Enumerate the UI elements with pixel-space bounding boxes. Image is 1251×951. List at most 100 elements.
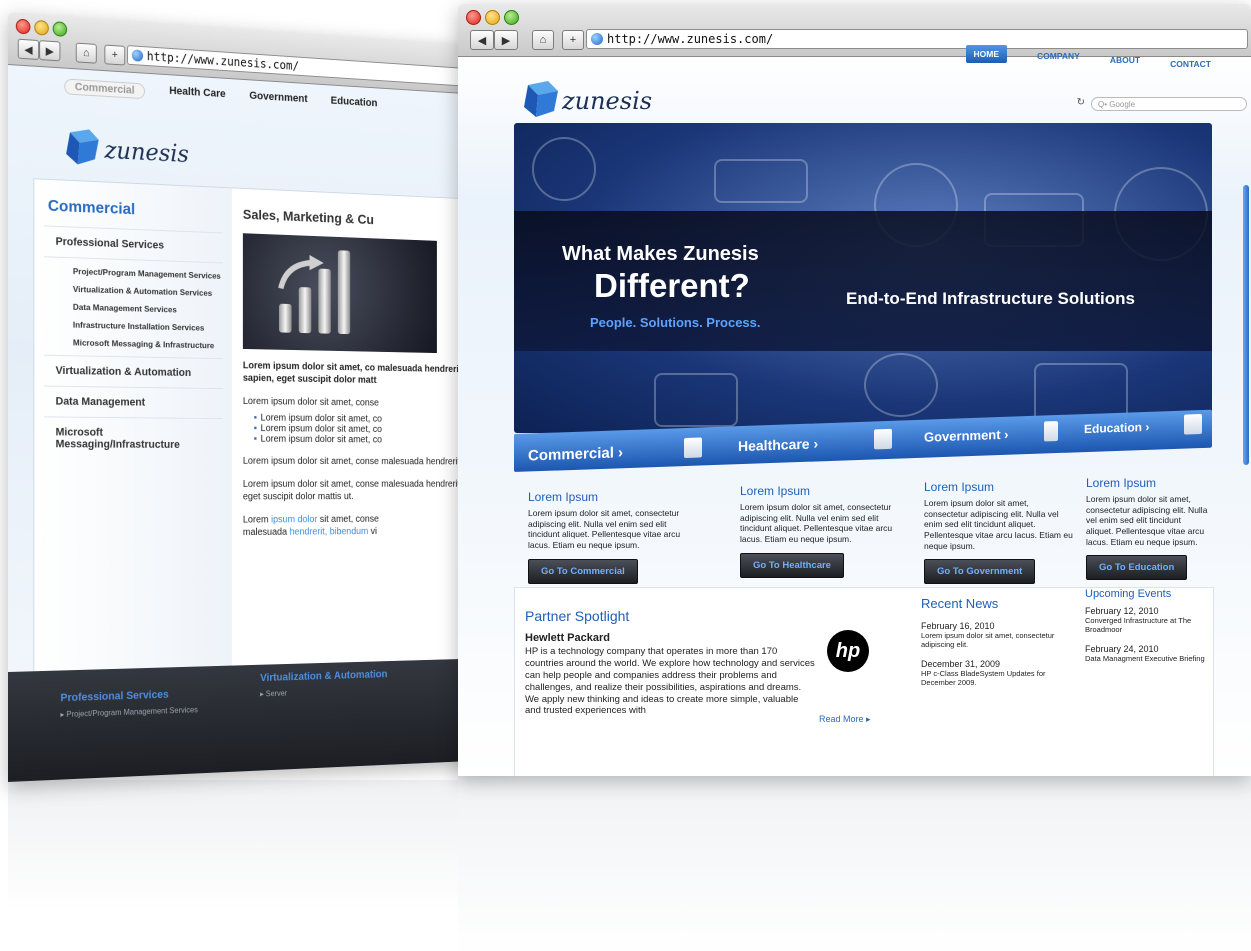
window-reflection <box>8 780 458 910</box>
recent-news: Recent News February 16, 2010 Lorem ipsu… <box>921 596 1071 687</box>
news-date: December 31, 2009 <box>921 659 1001 669</box>
book-icon <box>1044 421 1058 442</box>
column-title: Lorem Ipsum <box>1086 476 1157 490</box>
add-bookmark-button[interactable]: + <box>562 30 584 50</box>
zoom-window-icon[interactable] <box>52 21 68 38</box>
sector-section: Commercial › Healthcare › Government › E… <box>514 409 1212 585</box>
browser-window-left: ◀ ▶ ⌂ + http://www.zunesis.com/ Commerci… <box>8 12 514 782</box>
go-to-government-button[interactable]: Go To Government <box>924 559 1036 585</box>
event-date: February 12, 2010 <box>1085 606 1159 616</box>
news-text[interactable]: HP c-Class BladeSystem Updates for Decem… <box>921 669 1071 687</box>
close-window-icon[interactable] <box>15 18 31 35</box>
sector-column: Lorem Ipsum Lorem ipsum dolor sit amet, … <box>740 484 900 578</box>
add-bookmark-button[interactable]: + <box>104 44 126 66</box>
event-date: February 24, 2010 <box>1085 644 1159 654</box>
tab-healthcare[interactable]: Healthcare › <box>738 435 818 454</box>
chart-bar <box>279 303 292 333</box>
column-title: Lorem Ipsum <box>740 484 811 498</box>
logo[interactable]: zunesis <box>514 81 652 121</box>
partner-name: Hewlett Packard <box>525 632 610 644</box>
window-reflection <box>458 776 1251 951</box>
bottom-section: Partner Spotlight Hewlett Packard HP is … <box>514 587 1214 776</box>
nav-about[interactable]: ABOUT <box>1110 55 1140 65</box>
cube-logo-icon <box>66 128 99 166</box>
main-nav: HOME COMPANY ABOUT CONTACT <box>965 45 1211 69</box>
hero-heading: What Makes Zunesis <box>562 243 759 265</box>
logo-text: zunesis <box>104 136 189 168</box>
tab-education[interactable]: Education › <box>1084 420 1149 436</box>
event-text[interactable]: Converged Infrastructure at The Broadmoo… <box>1085 616 1209 634</box>
browser-window-right: ◀ ▶ ⌂ + http://www.zunesis.com/ zunesis … <box>458 4 1251 776</box>
logo[interactable]: zunesis <box>57 128 189 174</box>
document-icon <box>684 437 702 459</box>
column-title: Lorem Ipsum <box>924 480 995 494</box>
footer: Professional Services ▸ Project/Program … <box>8 657 514 782</box>
scrollbar[interactable] <box>1243 185 1249 465</box>
read-more-link[interactable]: Read More ▸ <box>819 714 871 725</box>
nav-commercial[interactable]: Commercial <box>64 78 145 100</box>
go-to-healthcare-button[interactable]: Go To Healthcare <box>740 552 844 578</box>
upcoming-events: Upcoming Events February 12, 2010 Conver… <box>1085 588 1209 663</box>
home-button[interactable]: ⌂ <box>75 42 97 64</box>
sidebar-item-virtualization[interactable]: Virtualization & Automation <box>43 354 223 389</box>
sidebar-subitems: Project/Program Management Services Virt… <box>43 256 223 359</box>
news-heading: Recent News <box>921 596 999 611</box>
hand-icon <box>1184 413 1202 435</box>
event-text[interactable]: Data Managment Executive Briefing <box>1085 654 1209 663</box>
nav-contact[interactable]: CONTACT <box>1170 59 1211 69</box>
sidebar-subitem[interactable]: Microsoft Messaging & Infrastructure <box>44 333 223 355</box>
hp-logo-icon: hp <box>827 630 869 672</box>
growth-chart-image <box>242 233 437 354</box>
news-text[interactable]: Lorem ipsum dolor sit amet, consectetur … <box>921 631 1071 649</box>
reload-icon[interactable]: ↻ <box>1077 97 1085 108</box>
minimize-window-icon[interactable] <box>485 10 500 25</box>
search-input[interactable]: Q• Google <box>1091 97 1247 111</box>
nav-health-care[interactable]: Health Care <box>169 85 225 104</box>
go-to-education-button[interactable]: Go To Education <box>1086 555 1188 581</box>
footer-heading[interactable]: Virtualization & Automation <box>260 669 387 684</box>
sector-column: Lorem Ipsum Lorem ipsum dolor sit amet, … <box>1086 476 1210 581</box>
globe-icon <box>591 33 603 45</box>
close-window-icon[interactable] <box>466 10 481 25</box>
sector-column: Lorem Ipsum Lorem ipsum dolor sit amet, … <box>924 480 1074 585</box>
partner-heading: Partner Spotlight <box>525 608 630 624</box>
inline-link[interactable]: ipsum dolor <box>271 514 317 525</box>
footer-link[interactable]: ▸ Project/Program Management Services <box>60 705 197 719</box>
address-url: http://www.zunesis.com/ <box>146 49 299 73</box>
chart-bar <box>298 287 312 334</box>
inline-link[interactable]: hendrerit, bibendum <box>290 526 369 537</box>
forward-button[interactable]: ▶ <box>494 30 518 50</box>
tab-government[interactable]: Government › <box>924 427 1009 445</box>
hero-heading-large: Different? <box>594 267 750 304</box>
globe-icon <box>131 49 144 62</box>
minimize-window-icon[interactable] <box>34 19 49 36</box>
back-button[interactable]: ◀ <box>17 38 40 61</box>
back-button[interactable]: ◀ <box>470 30 494 50</box>
zoom-window-icon[interactable] <box>504 10 519 25</box>
tab-commercial[interactable]: Commercial › <box>528 444 623 464</box>
go-to-commercial-button[interactable]: Go To Commercial <box>528 558 638 584</box>
page-content: Commercial Health Care Government Educat… <box>8 65 514 782</box>
nav-company[interactable]: COMPANY <box>1037 51 1080 61</box>
sidebar-item-data-management[interactable]: Data Management <box>43 385 223 419</box>
sketch-shape <box>532 137 596 201</box>
partner-spotlight: Partner Spotlight Hewlett Packard HP is … <box>525 608 815 717</box>
footer-link[interactable]: ▸ Server <box>260 689 287 699</box>
nav-home[interactable]: HOME <box>965 45 1008 63</box>
hero-banner[interactable]: What Makes Zunesis Different? People. So… <box>514 123 1212 433</box>
arrow-icon <box>277 254 331 294</box>
hero-subheading: End-to-End Infrastructure Solutions <box>846 289 1135 308</box>
home-button[interactable]: ⌂ <box>532 30 554 50</box>
sketch-shape <box>864 353 938 417</box>
sidebar-item-microsoft-messaging[interactable]: Microsoft Messaging/Infrastructure <box>43 416 223 460</box>
text: Lorem <box>242 514 272 526</box>
partner-description: HP is a technology company that operates… <box>525 646 815 717</box>
events-heading: Upcoming Events <box>1085 588 1172 600</box>
nav-education[interactable]: Education <box>331 95 378 113</box>
nav-government[interactable]: Government <box>249 90 307 109</box>
sketch-shape <box>714 159 808 203</box>
hp-logo-text: hp <box>835 639 861 662</box>
forward-button[interactable]: ▶ <box>39 40 61 62</box>
text: vi <box>368 525 378 537</box>
footer-heading[interactable]: Professional Services <box>60 689 168 704</box>
